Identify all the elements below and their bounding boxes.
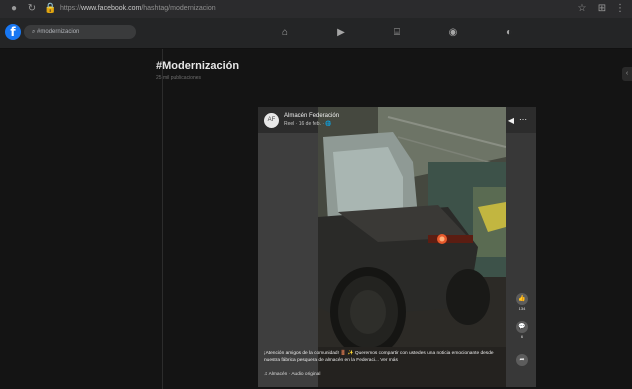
share-icon: ➦ [516, 354, 528, 366]
facebook-topbar: f ⌕ #modernizacion ⌂ ▶ ⌸ ◉ ◐ [0, 18, 632, 49]
video-letterbox-left [258, 133, 318, 387]
home-icon[interactable]: ⌂ [279, 27, 291, 39]
like-icon: 👍 [516, 293, 528, 305]
video-icon[interactable]: ▶ [335, 27, 347, 39]
groups-icon[interactable]: ◉ [447, 27, 459, 39]
url-domain: www.facebook.com [81, 5, 142, 12]
collapse-panel-button[interactable]: ‹ [622, 67, 632, 81]
extensions-icon[interactable]: ⊞ [596, 3, 608, 15]
page-title: #Modernización [156, 60, 240, 72]
post-meta: Reel · 16 de feb. · 🌐 [284, 121, 332, 127]
menu-icon[interactable]: ⋮ [614, 3, 626, 15]
gaming-icon[interactable]: ◐ [503, 27, 515, 39]
post-caption: ¡Atención amigos de la comunidad! 🚪 ✨ Qu… [264, 351, 494, 363]
marketplace-icon[interactable]: ⌸ [391, 27, 403, 39]
like-button[interactable]: 👍 134 [514, 293, 530, 311]
url-path: /hashtag/modernizacion [141, 5, 216, 12]
divider [162, 49, 163, 389]
like-count: 134 [518, 306, 526, 311]
share-button[interactable]: ➦ [514, 354, 530, 366]
comment-button[interactable]: 💬 6 [514, 321, 530, 339]
search-input[interactable]: ⌕ #modernizacion [24, 25, 136, 39]
address-bar[interactable]: https://www.facebook.com/hashtag/moderni… [60, 3, 560, 15]
post-count: 25 mil publicaciones [156, 75, 202, 81]
close-dot-icon[interactable]: ● [8, 3, 20, 15]
volume-icon[interactable]: ◀ [506, 116, 516, 126]
reel-video[interactable] [318, 107, 506, 387]
search-text: #modernizacion [37, 29, 80, 35]
more-options-icon[interactable]: ⋯ [518, 115, 528, 125]
reel-post[interactable]: AF Almacén Federación Reel · 16 de feb. … [258, 107, 536, 387]
url-prefix: https:// [60, 5, 82, 12]
avatar[interactable]: AF [264, 113, 279, 128]
video-frame-image [318, 107, 506, 387]
comment-icon: 💬 [516, 321, 528, 333]
bookmark-icon[interactable]: ☆ [576, 3, 588, 15]
page-name-link[interactable]: Almacén Federación [284, 113, 339, 119]
audio-credit[interactable]: ♫ Almacén · Audio original [264, 372, 320, 377]
hashtag-page: #Modernización 25 mil publicaciones ‹ AF… [0, 49, 632, 389]
lock-icon: 🔒 [44, 3, 57, 14]
comment-count: 6 [520, 334, 524, 339]
video-letterbox-right [506, 133, 536, 387]
facebook-logo-icon[interactable]: f [5, 24, 21, 40]
browser-toolbar: ● ↻ 🔒 https://www.facebook.com/hashtag/m… [0, 0, 632, 19]
reload-icon[interactable]: ↻ [26, 3, 38, 15]
